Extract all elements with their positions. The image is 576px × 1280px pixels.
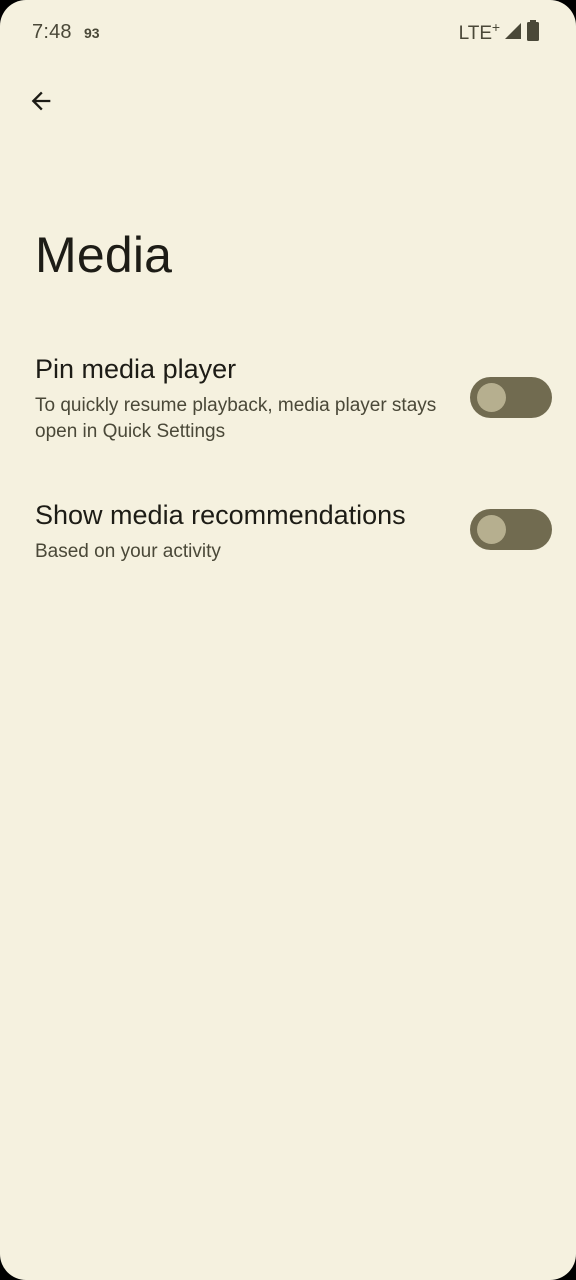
toggle-thumb (477, 383, 506, 412)
network-label: LTE (458, 22, 492, 44)
setting-title: Show media recommendations (35, 500, 406, 530)
status-bar: 7:48 93 LTE + (0, 0, 576, 66)
status-time: 7:48 (32, 21, 72, 43)
settings-screen: 7:48 93 LTE + Media Pin media player To … (0, 0, 576, 1280)
status-indicators: LTE + (458, 19, 540, 47)
arrow-back-icon (27, 87, 55, 120)
setting-title: Pin media player (35, 354, 237, 384)
notification-count: 93 (84, 25, 100, 41)
network-type: LTE + (458, 19, 500, 45)
toggle-thumb (477, 515, 506, 544)
page-title: Media (35, 227, 173, 283)
setting-summary: Based on your activity (35, 541, 221, 562)
battery-icon (526, 20, 540, 47)
pin-media-player-toggle[interactable] (470, 377, 552, 418)
signal-icon (504, 22, 522, 45)
back-button[interactable] (18, 80, 64, 126)
setting-show-media-recommendations[interactable]: Show media recommendations Based on your… (0, 486, 576, 576)
setting-summary: To quickly resume playback, media player… (35, 395, 437, 442)
setting-pin-media-player[interactable]: Pin media player To quickly resume playb… (0, 340, 576, 460)
media-recommendations-toggle[interactable] (470, 509, 552, 550)
network-plus: + (491, 18, 500, 35)
